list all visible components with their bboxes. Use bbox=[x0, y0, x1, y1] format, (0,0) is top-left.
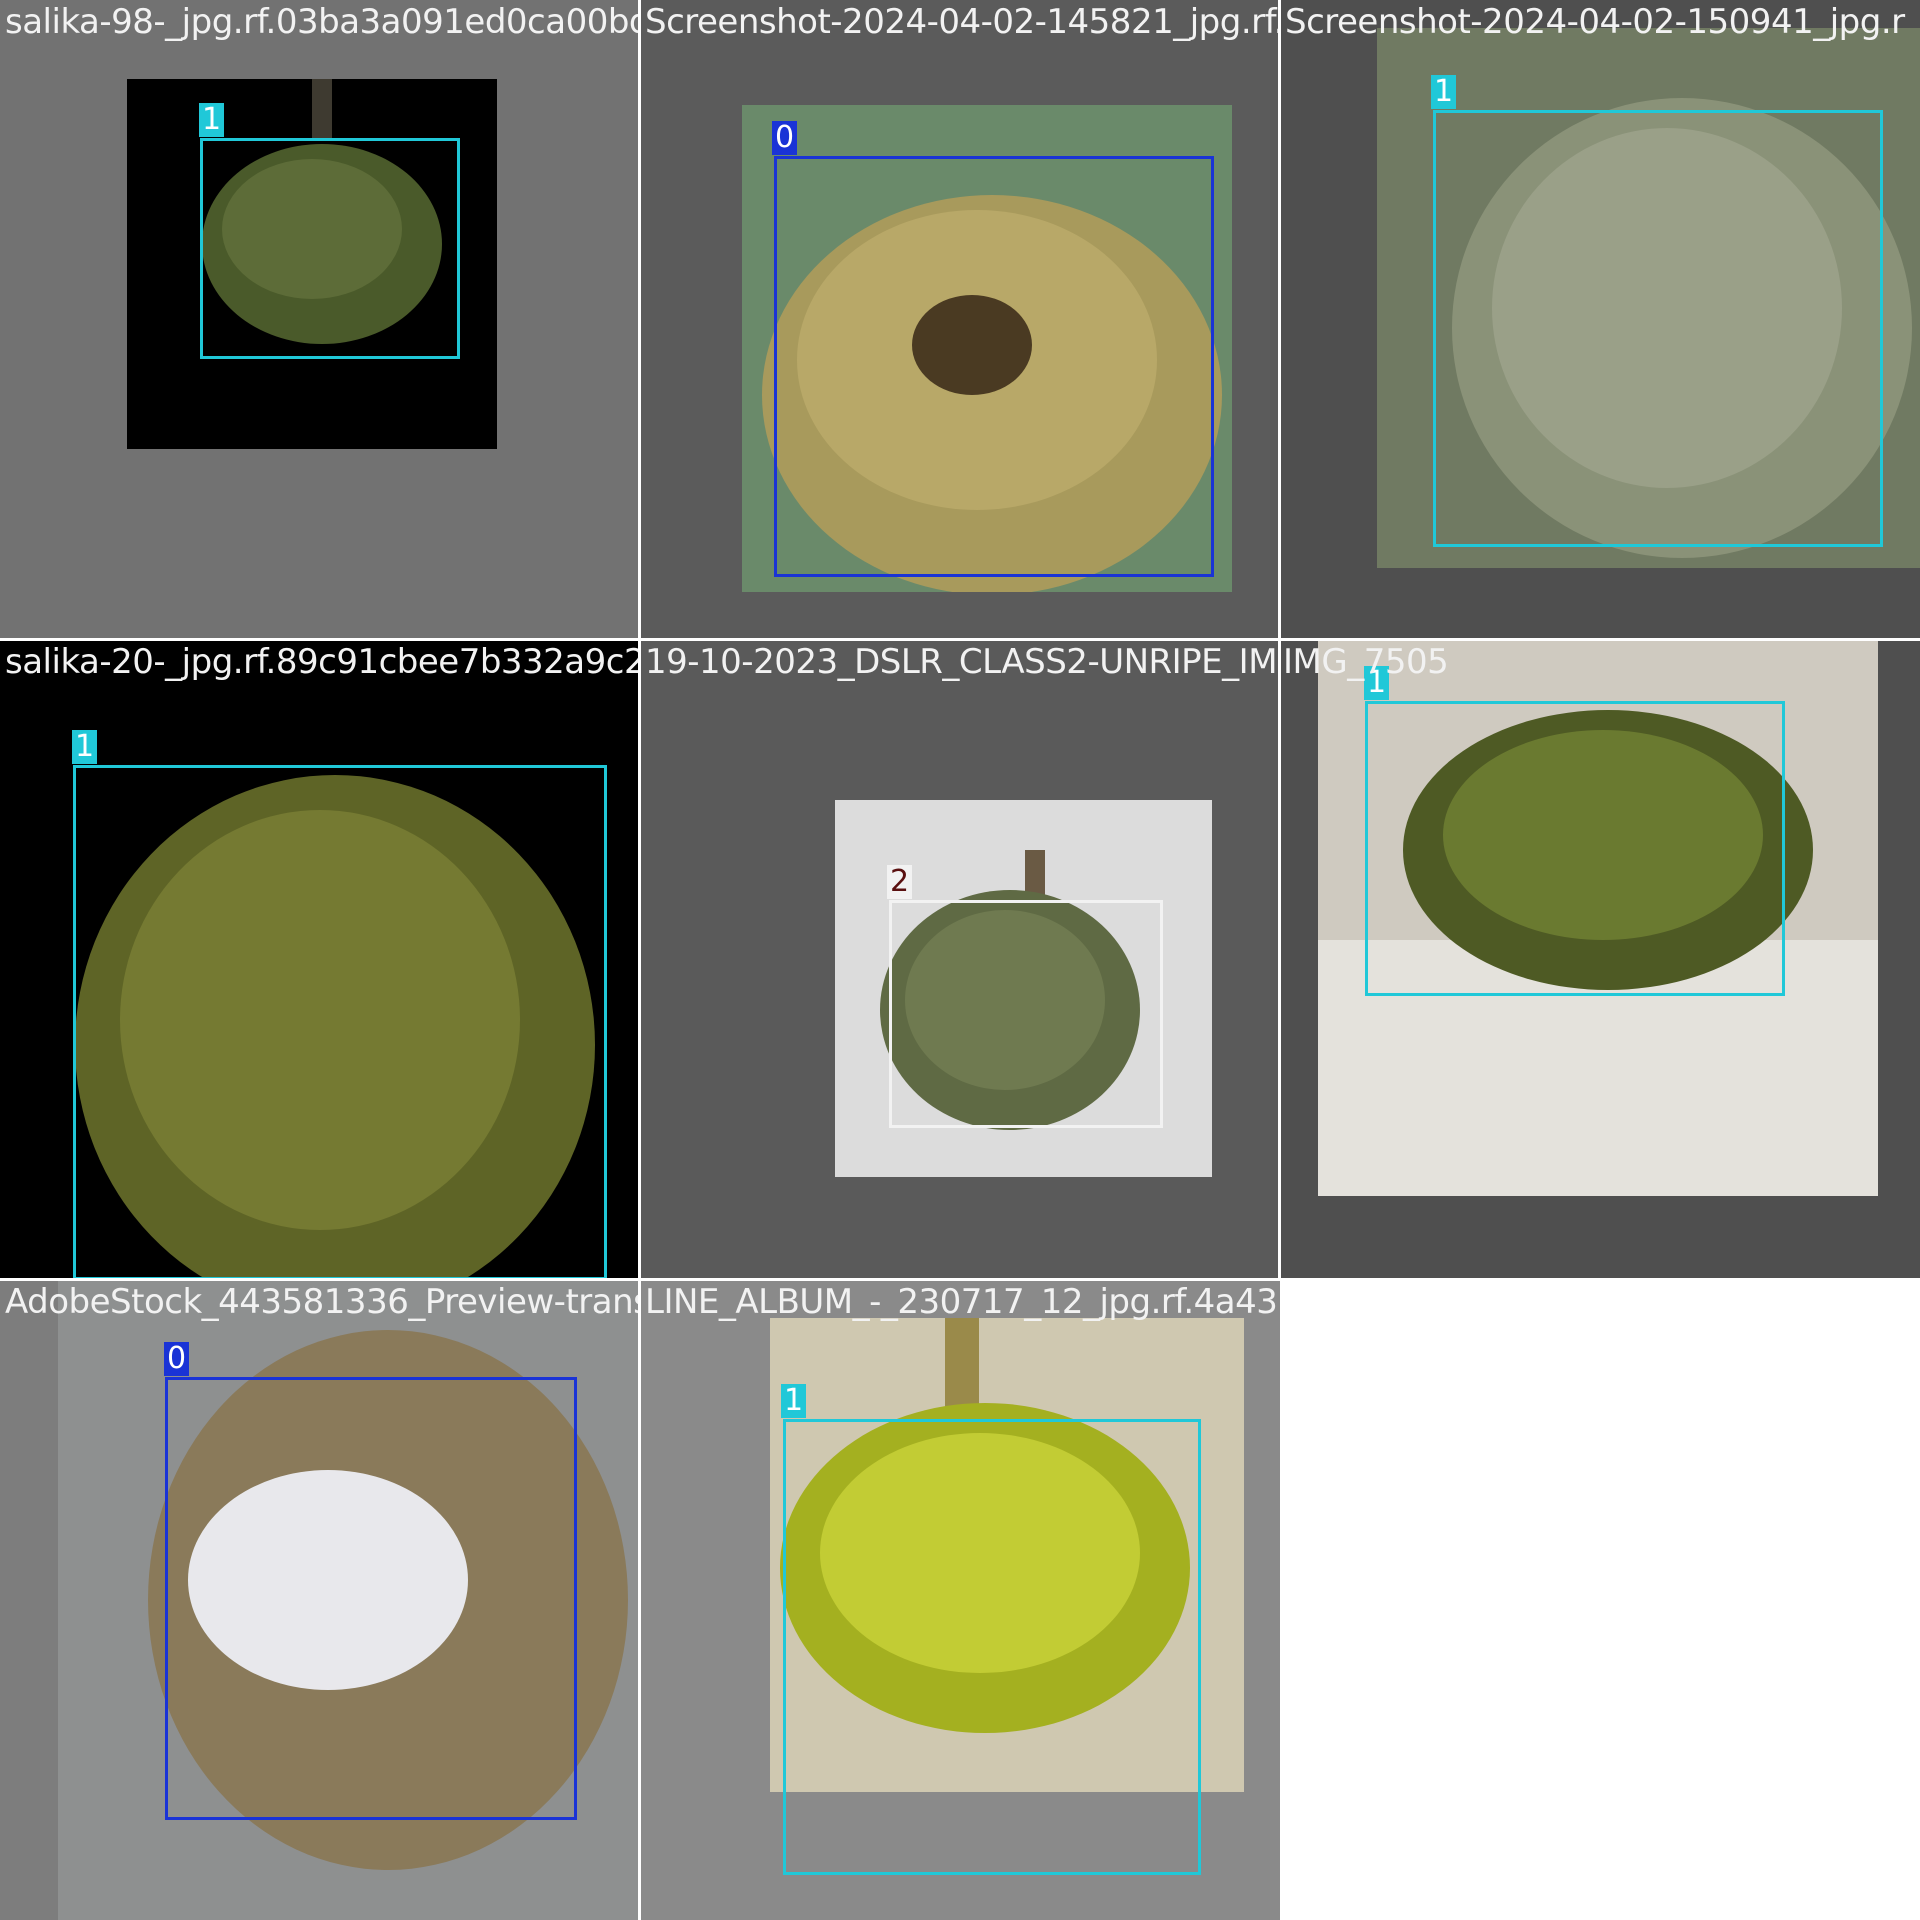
class-label: 1 bbox=[1431, 75, 1457, 109]
class-label: 0 bbox=[772, 121, 798, 155]
bounding-box bbox=[783, 1419, 1201, 1875]
bounding-box bbox=[200, 138, 460, 359]
bounding-box bbox=[774, 156, 1214, 577]
bounding-box bbox=[1365, 701, 1785, 996]
image-filename: IMG_7505 bbox=[1283, 642, 1449, 682]
mosaic-tile-2: 0 Screenshot-2024-04-02-145821_jpg.rf.97… bbox=[640, 0, 1280, 640]
mosaic-tile-5: 2 19-10-2023_DSLR_CLASS2-UNRIPE_IMG-0750… bbox=[640, 640, 1280, 1280]
class-label: 2 bbox=[887, 865, 913, 899]
grid-divider bbox=[638, 0, 641, 1920]
bounding-box bbox=[1433, 110, 1883, 547]
class-label: 1 bbox=[72, 730, 98, 764]
mosaic-tile-6: 1 IMG_7505 bbox=[1280, 640, 1920, 1280]
grid-divider bbox=[0, 638, 1920, 641]
bounding-box bbox=[165, 1377, 577, 1820]
image-filename: LINE_ALBUM_-_230717_12_jpg.rf.4a431f2a1f bbox=[645, 1282, 1280, 1322]
image-filename: 19-10-2023_DSLR_CLASS2-UNRIPE_IMG-07505_… bbox=[645, 642, 1280, 682]
image-filename: Screenshot-2024-04-02-150941_jpg.r bbox=[1285, 2, 1905, 42]
bounding-box bbox=[73, 765, 607, 1280]
class-label: 1 bbox=[781, 1384, 807, 1418]
mosaic-tile-7: 0 AdobeStock_443581336_Preview-transform… bbox=[0, 1280, 640, 1920]
bounding-box bbox=[889, 900, 1163, 1128]
mosaic-tile-8: 1 LINE_ALBUM_-_230717_12_jpg.rf.4a431f2a… bbox=[640, 1280, 1280, 1920]
image-filename: AdobeStock_443581336_Preview-transformed bbox=[5, 1282, 640, 1322]
image-filename: Screenshot-2024-04-02-145821_jpg.rf.97dd bbox=[645, 2, 1280, 42]
image-filename: salika-20-_jpg.rf.89c91cbee7b332a9c27402 bbox=[5, 642, 640, 682]
mosaic-tile-3: 1 Screenshot-2024-04-02-150941_jpg.r bbox=[1280, 0, 1920, 640]
class-label: 1 bbox=[199, 103, 225, 137]
mosaic-tile-empty bbox=[1280, 1280, 1920, 1920]
image-filename: salika-98-_jpg.rf.03ba3a091ed0ca00bdc155 bbox=[5, 2, 640, 42]
class-label: 0 bbox=[164, 1342, 190, 1376]
mosaic-tile-4: 1 salika-20-_jpg.rf.89c91cbee7b332a9c274… bbox=[0, 640, 640, 1280]
mosaic-tile-1: 1 salika-98-_jpg.rf.03ba3a091ed0ca00bdc1… bbox=[0, 0, 640, 640]
grid-divider bbox=[0, 1278, 1920, 1281]
